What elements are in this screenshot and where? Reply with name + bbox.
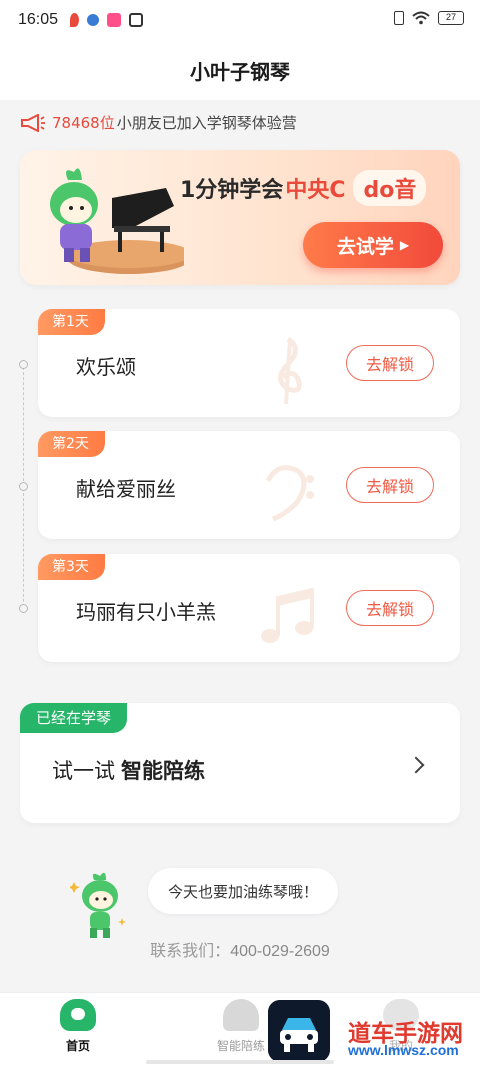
page-title: 小叶子钢琴 xyxy=(190,59,290,84)
tab-home-label: 首页 xyxy=(65,1039,90,1053)
tab-home[interactable]: 首页 xyxy=(33,999,123,1054)
home-icon xyxy=(60,999,96,1031)
practice-bold-text: 智能陪练 xyxy=(121,759,205,783)
practice-prompt: 试一试 智能陪练 xyxy=(52,755,205,785)
sim-icon xyxy=(394,11,404,25)
try-lesson-button[interactable]: 去试学 ▶ xyxy=(303,222,443,268)
location-pin-icon xyxy=(70,13,80,27)
lesson-card-day3[interactable]: 第3天 玛丽有只小羊羔 去解锁 xyxy=(38,554,460,662)
lesson-card-day1[interactable]: 第1天 欢乐颂 去解锁 xyxy=(38,309,460,417)
watermark-logo-icon xyxy=(268,1000,330,1062)
smart-practice-card[interactable]: 已经在学琴 试一试 智能陪练 xyxy=(20,703,460,823)
leaf-mascot-icon xyxy=(70,872,126,938)
lesson-title: 欢乐颂 xyxy=(76,355,136,379)
paw-icon xyxy=(87,14,100,26)
contact-phone[interactable]: 400-029-2609 xyxy=(230,943,330,960)
banner-title: 1分钟学会 中央C do音 xyxy=(180,170,427,206)
wifi-icon xyxy=(412,11,430,25)
megaphone-icon xyxy=(21,113,45,132)
unlock-button[interactable]: 去解锁 xyxy=(346,467,434,503)
banner-title-prefix: 1分钟学会 xyxy=(180,178,284,203)
encouragement-bubble: 今天也要加油练琴哦！ xyxy=(148,868,339,914)
unlock-button[interactable]: 去解锁 xyxy=(346,345,434,381)
lesson-title: 献给爱丽丝 xyxy=(76,477,176,501)
home-indicator xyxy=(146,1060,334,1064)
clock: 16:05 xyxy=(18,11,59,28)
day-tag: 第2天 xyxy=(38,431,105,457)
enrollment-text: 小朋友已加入学钢琴体验营 xyxy=(116,114,297,132)
enrollment-count: 78468位 xyxy=(52,114,115,132)
unlock-button[interactable]: 去解锁 xyxy=(346,590,434,626)
timeline-dot xyxy=(19,360,28,369)
chevron-right-icon[interactable] xyxy=(407,756,425,774)
timeline-dot xyxy=(19,604,28,613)
lesson-card-day2[interactable]: 第2天 献给爱丽丝 去解锁 xyxy=(38,431,460,539)
banner-title-accent: 中央C xyxy=(285,178,346,203)
app-header: 小叶子钢琴 xyxy=(0,40,480,100)
music-note-icon xyxy=(261,588,314,643)
status-bar: 16:05 27 xyxy=(0,0,480,40)
play-triangle-icon: ▶ xyxy=(399,238,410,252)
day-tag: 第1天 xyxy=(38,309,105,335)
watermark-url: www.lmwsz.com xyxy=(348,1042,459,1058)
lesson-title: 玛丽有只小羊羔 xyxy=(76,600,216,624)
treble-clef-icon xyxy=(278,336,302,405)
practice-text: 试一试 xyxy=(52,759,115,783)
contact-line: 联系我们：400-029-2609 xyxy=(0,937,480,961)
app-badge-icon xyxy=(107,13,122,27)
piano-mascot-illustration xyxy=(50,168,184,274)
bass-clef-icon xyxy=(265,465,314,522)
try-lesson-label: 去试学 xyxy=(336,235,394,258)
battery-indicator: 27 xyxy=(438,11,464,25)
enrollment-notice: 78468位 小朋友已加入学钢琴体验营 xyxy=(20,112,297,133)
banner-title-pill: do音 xyxy=(353,170,427,206)
trial-banner[interactable]: 1分钟学会 中央C do音 去试学 ▶ xyxy=(20,150,460,285)
timeline-dot xyxy=(19,482,28,491)
media-play-icon xyxy=(129,13,144,27)
day-tag: 第3天 xyxy=(38,554,105,580)
practice-icon xyxy=(223,999,259,1031)
already-learning-tag: 已经在学琴 xyxy=(20,703,128,733)
contact-label: 联系我们： xyxy=(150,941,231,960)
